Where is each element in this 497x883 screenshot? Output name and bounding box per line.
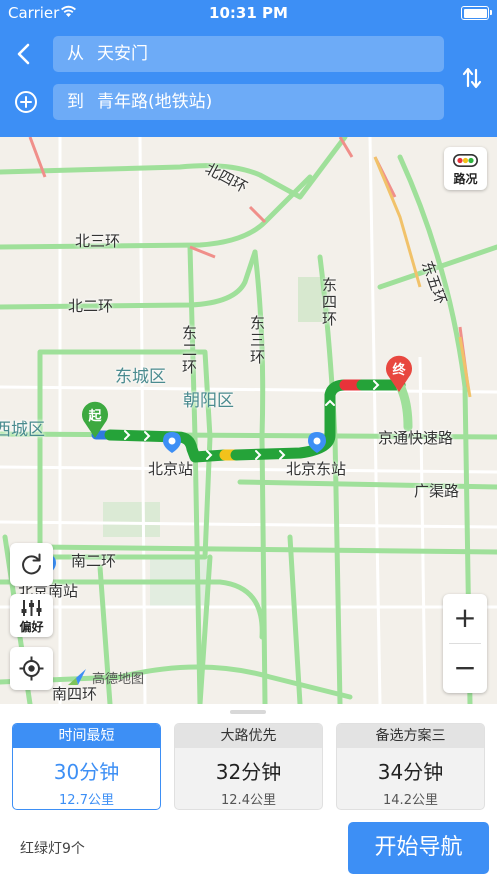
start-navigation-button[interactable]: 开始导航 (348, 822, 489, 874)
amap-logo-icon (68, 669, 86, 685)
map-label: 西城区 (0, 420, 45, 440)
map-label: 东四环 (322, 276, 338, 328)
route-distance: 12.7公里 (59, 793, 114, 808)
locate-icon (19, 656, 44, 681)
traffic-light-icon (453, 154, 478, 167)
zoom-in-button[interactable]: + (443, 594, 487, 643)
map-canvas (0, 137, 497, 704)
destination-prefix: 到 (67, 92, 84, 112)
locate-button[interactable] (10, 647, 53, 690)
add-circle-icon (15, 91, 37, 113)
route-duration: 32分钟 (215, 760, 282, 784)
origin-prefix: 从 (67, 44, 84, 64)
header: Carrier 10:31 PM 从 天安门 到 青年路(地铁站) (0, 0, 497, 137)
map-label: 京通快速路 (378, 429, 454, 447)
refresh-icon (22, 553, 41, 575)
map-label: 北京站 (148, 460, 194, 478)
route-distance: 14.2公里 (383, 793, 438, 808)
map-label: 东城区 (115, 367, 166, 387)
route-option-1[interactable]: 时间最短 30分钟 12.7公里 (12, 723, 161, 810)
route-panel: 时间最短 30分钟 12.7公里 大路优先 32分钟 12.4公里 备选方案三 … (0, 704, 497, 883)
add-waypoint-button[interactable] (13, 89, 39, 115)
route-option-2[interactable]: 大路优先 32分钟 12.4公里 (174, 723, 323, 810)
route-title: 时间最短 (13, 724, 160, 748)
destination-value: 青年路(地铁站) (97, 92, 213, 112)
swap-button[interactable] (458, 64, 486, 92)
status-bar: Carrier 10:31 PM (0, 0, 497, 26)
route-duration: 30分钟 (53, 760, 120, 784)
watermark-text: 高德地图 (92, 672, 145, 687)
map-label: 东二环 (182, 324, 198, 376)
preference-button[interactable]: 偏好 (10, 594, 53, 637)
end-marker-label: 终 (392, 363, 406, 378)
sliders-icon (21, 600, 42, 616)
route-title: 大路优先 (175, 724, 322, 748)
traffic-button[interactable]: 路况 (444, 147, 487, 190)
end-marker: 终 (384, 353, 414, 393)
map-label: 北三环 (75, 232, 121, 250)
destination-field[interactable]: 到 青年路(地铁站) (53, 84, 444, 120)
zoom-controls: + − (443, 594, 487, 693)
preference-label: 偏好 (19, 620, 44, 634)
origin-field[interactable]: 从 天安门 (53, 36, 444, 72)
battery-icon (461, 6, 492, 20)
swap-arrows-icon (462, 67, 482, 89)
traffic-button-label: 路况 (453, 172, 478, 186)
map-label: 广渠路 (414, 482, 460, 500)
origin-value: 天安门 (97, 44, 148, 64)
route-distance: 12.4公里 (221, 793, 276, 808)
refresh-button[interactable] (10, 543, 53, 586)
drag-handle[interactable] (230, 710, 266, 714)
traffic-lights-count: 红绿灯9个 (20, 841, 85, 857)
route-option-3[interactable]: 备选方案三 34分钟 14.2公里 (336, 723, 485, 810)
route-title: 备选方案三 (337, 724, 484, 748)
status-time: 10:31 PM (209, 4, 288, 22)
zoom-out-button[interactable]: − (443, 644, 487, 693)
back-button[interactable] (12, 40, 38, 68)
map-label: 北京东站 (286, 460, 347, 478)
map-label: 朝阳区 (183, 391, 234, 411)
route-duration: 34分钟 (377, 760, 444, 784)
start-marker-label: 起 (88, 409, 102, 424)
map-label: 东三环 (250, 314, 266, 366)
map-view[interactable]: 起 终 北四环 北三环 北二环 东二环 东三环 东四环 东五环 东城区 朝阳区 … (0, 137, 497, 704)
chevron-left-icon (17, 43, 30, 65)
map-label: 北二环 (68, 297, 114, 315)
start-marker: 起 (80, 399, 110, 439)
map-label: 南二环 (71, 552, 117, 570)
